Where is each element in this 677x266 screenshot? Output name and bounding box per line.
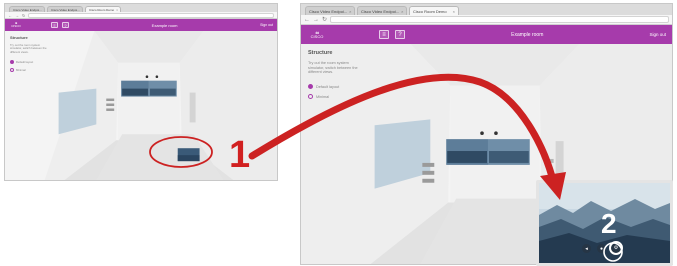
tab-bar: Cisco Video Endpoi...× Cisco Video Endpo… xyxy=(5,4,277,12)
menu-button[interactable]: ≡ xyxy=(379,30,389,39)
address-bar: ← → ↻ xyxy=(5,12,277,19)
help-button[interactable]: ? xyxy=(395,30,405,39)
sidebar: Structure Try out the room system simula… xyxy=(5,31,57,180)
menu-button[interactable]: ≡ xyxy=(51,22,58,28)
step-number-2: 2 xyxy=(601,208,617,239)
app-header: ılıılı CISCO ≡ ? Example room Sign out xyxy=(301,25,672,44)
sidebar-heading: Structure xyxy=(308,50,333,56)
radio-selected-icon[interactable] xyxy=(308,84,313,90)
tab-label: Cisco Room Demo xyxy=(89,7,115,12)
logo-text: CISCO xyxy=(11,24,21,28)
option-label: Minimal xyxy=(16,68,26,73)
back-arrow-icon[interactable]: ← xyxy=(304,17,310,23)
reload-icon[interactable]: ↻ xyxy=(22,13,25,18)
sidebar-description: Try out the room system simulator, switc… xyxy=(10,43,47,54)
url-field[interactable] xyxy=(330,16,669,23)
tab-label: Cisco Video Endpoi... xyxy=(13,7,42,12)
sidebar-description: Try out the room system simulator, switc… xyxy=(308,61,358,75)
help-button[interactable]: ? xyxy=(62,22,69,28)
forward-arrow-icon[interactable]: → xyxy=(313,17,319,23)
browser-tab[interactable]: Cisco Video Endpoi...× xyxy=(305,6,355,15)
close-icon[interactable]: × xyxy=(82,8,83,12)
sign-out-link[interactable]: Sign out xyxy=(260,23,273,27)
app-title: Example room xyxy=(511,31,544,38)
close-icon[interactable]: × xyxy=(349,9,351,14)
cisco-logo: ılıılı CISCO xyxy=(11,21,21,28)
cisco-logo: ılıılı CISCO xyxy=(310,29,324,39)
menu-icon: ≡ xyxy=(53,22,56,28)
app-header: ılıılı CISCO ≡ ? Example room Sign out xyxy=(5,19,277,31)
radio-icon[interactable] xyxy=(308,94,313,100)
sign-out-link[interactable]: Sign out xyxy=(649,32,666,37)
close-icon[interactable]: × xyxy=(401,9,403,14)
close-icon[interactable]: × xyxy=(116,8,118,12)
step-number-1: 1 xyxy=(229,134,251,176)
browser-tab-active[interactable]: Cisco Room Demo × xyxy=(409,6,459,15)
help-icon: ? xyxy=(398,31,402,38)
layout-option-minimal[interactable]: Minimal xyxy=(308,94,366,100)
microphone-icon[interactable]: ● xyxy=(597,244,606,253)
option-label: Minimal xyxy=(316,94,330,99)
tab-bar: Cisco Video Endpoi...× Cisco Video Endpo… xyxy=(301,4,672,15)
option-label: Default layout xyxy=(316,84,340,89)
volume-icon[interactable]: ◂ xyxy=(582,244,591,253)
browser-tab[interactable]: Cisco Video Endpoi...× xyxy=(357,6,407,15)
app-title: Example room xyxy=(151,22,178,28)
layout-option-minimal[interactable]: Minimal xyxy=(10,68,52,73)
option-label: Default layout xyxy=(16,60,34,65)
radio-selected-icon[interactable] xyxy=(10,60,14,65)
url-field[interactable] xyxy=(28,12,274,18)
layout-option-default[interactable]: Default layout xyxy=(308,84,366,90)
back-arrow-icon[interactable]: ← xyxy=(8,13,12,18)
reload-icon[interactable]: ↻ xyxy=(322,16,327,23)
radio-icon[interactable] xyxy=(10,68,14,73)
tab-label: Cisco Video Endpoi... xyxy=(361,8,400,14)
sidebar: Structure Try out the room system simula… xyxy=(301,44,373,264)
close-icon[interactable]: × xyxy=(453,9,455,14)
layout-option-default[interactable]: Default layout xyxy=(10,60,52,65)
menu-icon: ≡ xyxy=(382,31,386,38)
tutorial-stage: Cisco Video Endpoi...× Cisco Video Endpo… xyxy=(0,0,677,266)
sidebar-heading: Structure xyxy=(10,35,28,40)
tab-label: Cisco Video Endpoi... xyxy=(51,7,80,12)
close-icon[interactable]: × xyxy=(44,8,45,12)
tab-label: Cisco Video Endpoi... xyxy=(309,8,348,14)
settings-icon[interactable]: ⚙ xyxy=(609,241,623,255)
help-icon: ? xyxy=(64,22,67,28)
tab-label: Cisco Room Demo xyxy=(413,8,447,14)
forward-arrow-icon[interactable]: → xyxy=(15,13,19,18)
logo-text: CISCO xyxy=(310,33,324,39)
address-bar: ← → ↻ xyxy=(301,15,672,25)
